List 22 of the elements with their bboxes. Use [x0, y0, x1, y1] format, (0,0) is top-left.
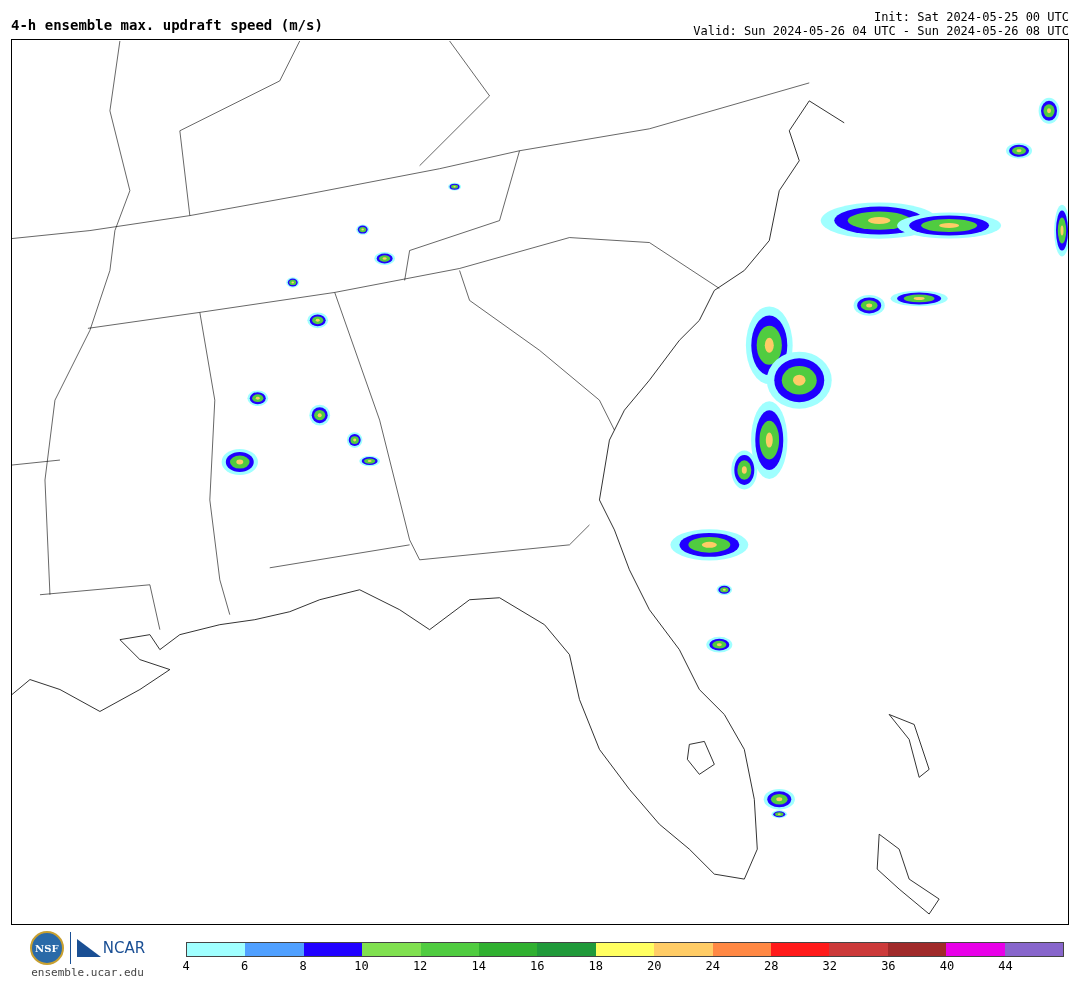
- scale-label: 10: [354, 959, 369, 973]
- scale-label: 14: [471, 959, 486, 973]
- ncar-wing-icon: [76, 939, 101, 957]
- nsf-logo: NSF: [29, 931, 64, 965]
- scale-label: 12: [412, 959, 428, 973]
- scale-label: 8: [299, 959, 307, 973]
- scale-label: 40: [939, 959, 955, 973]
- valid-time: Valid: Sun 2024-05-26 04 UTC - Sun 2024-05-26 08 UTC: [693, 24, 1069, 38]
- scale-label: 44: [998, 959, 1013, 973]
- scale-label: 28: [764, 959, 779, 973]
- scale-label: 6: [240, 959, 249, 973]
- chart-title: 4-h ensemble max. updraft speed (m/s): [11, 17, 323, 35]
- site-address: ensemble.ucar.edu: [31, 966, 144, 979]
- init-time: Init: Sat 2024-05-25 00 UTC: [873, 10, 1069, 24]
- scale-label: 16: [529, 959, 545, 973]
- scale-label: 4: [182, 959, 190, 973]
- scale-label: 18: [588, 959, 603, 973]
- scale-label: 36: [881, 959, 896, 973]
- scale-label: 24: [705, 959, 720, 973]
- scale-label: 20: [647, 959, 662, 973]
- ncar-logo: NCAR: [102, 939, 146, 957]
- scale-label: 32: [822, 959, 838, 973]
